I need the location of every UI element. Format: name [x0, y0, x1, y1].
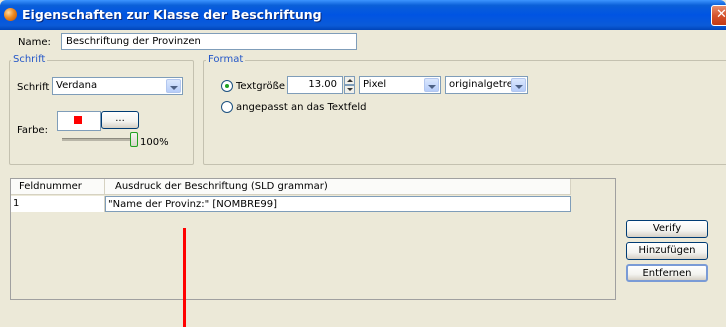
table-cell[interactable]: "Name der Provinz:" [NOMBRE99]: [105, 196, 571, 212]
table-cell: 1: [11, 196, 105, 212]
opacity-slider-track[interactable]: [62, 138, 136, 141]
app-icon: [4, 8, 17, 21]
expression-table: Feldnummer Ausdruck der Beschriftung (SL…: [10, 178, 616, 300]
font-select-value: Verdana: [56, 80, 98, 91]
remove-button[interactable]: Entfernen: [626, 264, 708, 282]
size-spinner[interactable]: [344, 76, 355, 94]
radio-fit-label: angepasst an das Textfeld: [236, 102, 367, 113]
font-select[interactable]: Verdana: [52, 77, 183, 95]
spinner-down-icon[interactable]: [344, 85, 355, 94]
unit-select[interactable]: Pixel: [359, 76, 441, 94]
table-row[interactable]: 1 "Name der Provinz:" [NOMBRE99]: [11, 196, 571, 212]
schrift-legend: Schrift: [11, 54, 48, 65]
chevron-down-icon[interactable]: [166, 79, 181, 93]
scale-select[interactable]: originalgetreu: [445, 76, 528, 94]
opacity-value: 100%: [140, 137, 169, 148]
close-button[interactable]: ✕: [711, 5, 726, 26]
window-title: Eigenschaften zur Klasse der Beschriftun…: [22, 7, 322, 22]
column-header[interactable]: Feldnummer: [11, 179, 105, 195]
color-swatch[interactable]: [57, 111, 101, 131]
color-swatch-fill: [74, 116, 82, 124]
opacity-slider-thumb[interactable]: [130, 132, 138, 147]
column-header[interactable]: Ausdruck der Beschriftung (SLD grammar): [105, 179, 571, 195]
scale-select-value: originalgetreu: [449, 79, 520, 90]
unit-select-value: Pixel: [363, 79, 387, 90]
format-legend: Format: [206, 54, 246, 65]
chevron-down-icon[interactable]: [511, 78, 526, 92]
color-label: Farbe:: [17, 125, 48, 136]
radio-fit[interactable]: [221, 101, 233, 113]
radio-textsize-label: Textgröße: [236, 81, 286, 92]
color-picker-button[interactable]: ...: [101, 111, 139, 129]
name-label: Name:: [18, 37, 51, 48]
table-header: Feldnummer Ausdruck der Beschriftung (SL…: [11, 179, 571, 195]
radio-textsize[interactable]: [221, 80, 233, 92]
font-label: Schrift: [17, 82, 50, 93]
chevron-down-icon[interactable]: [424, 78, 439, 92]
name-field[interactable]: Beschriftung der Provinzen: [61, 33, 357, 50]
red-marker-line: [183, 228, 186, 327]
add-button[interactable]: Hinzufügen: [626, 242, 708, 260]
spinner-up-icon[interactable]: [344, 76, 355, 85]
verify-button[interactable]: Verify: [626, 220, 708, 238]
size-field[interactable]: 13.00: [287, 76, 343, 94]
title-bar: Eigenschaften zur Klasse der Beschriftun…: [0, 0, 726, 30]
